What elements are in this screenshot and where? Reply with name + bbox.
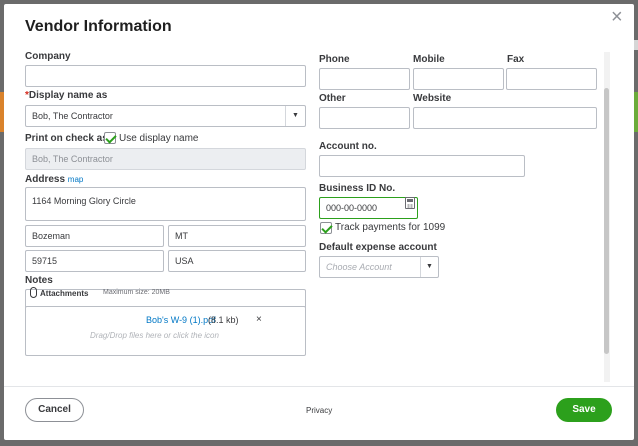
attachment-file-size: (8.1 kb) <box>208 315 239 325</box>
calculator-icon[interactable] <box>405 197 415 209</box>
address-label-text: Address <box>25 174 66 185</box>
default-expense-select[interactable]: Choose Account <box>319 256 439 278</box>
account-no-input[interactable] <box>319 155 525 177</box>
phone-input[interactable] <box>319 68 410 90</box>
display-name-value: Bob, The Contractor <box>32 111 113 121</box>
footer-divider <box>4 386 634 387</box>
zip-input[interactable]: 59715 <box>25 250 164 272</box>
chevron-down-icon[interactable]: ▼ <box>292 112 299 119</box>
print-on-check-input[interactable]: Bob, The Contractor <box>25 148 306 170</box>
attachments-dropzone[interactable]: Bob's W-9 (1).pdf (8.1 kb) × Drag/Drop f… <box>25 306 306 356</box>
close-icon[interactable]: × <box>611 7 623 27</box>
attachment-file-link[interactable]: Bob's W-9 (1).pdf <box>146 315 216 325</box>
remove-attachment-icon[interactable]: × <box>256 314 262 325</box>
other-label: Other <box>319 93 346 104</box>
company-input[interactable] <box>25 65 306 87</box>
cancel-button[interactable]: Cancel <box>25 398 84 422</box>
attachments-label[interactable]: Attachments <box>40 289 88 298</box>
company-label: Company <box>25 51 71 62</box>
notes-label: Notes <box>25 275 53 286</box>
scrollbar-thumb[interactable] <box>604 88 609 354</box>
account-no-label: Account no. <box>319 141 377 152</box>
mobile-label: Mobile <box>413 54 445 65</box>
save-button[interactable]: Save <box>556 398 612 422</box>
chevron-down-icon[interactable]: ▼ <box>426 263 433 270</box>
state-input[interactable]: MT <box>168 225 306 247</box>
use-display-name-label: Use display name <box>119 133 199 144</box>
business-id-input[interactable]: 000-00-0000 <box>319 197 418 219</box>
city-input[interactable]: Bozeman <box>25 225 164 247</box>
display-name-label-text: Display name as <box>28 90 108 101</box>
business-id-label: Business ID No. <box>319 183 396 194</box>
mobile-input[interactable] <box>413 68 504 90</box>
privacy-link[interactable]: Privacy <box>306 406 332 415</box>
use-display-name-checkbox[interactable] <box>104 132 116 144</box>
select-divider <box>285 106 286 126</box>
country-input[interactable]: USA <box>168 250 306 272</box>
background-app-edge <box>634 40 638 50</box>
print-on-check-label: Print on check as <box>25 133 108 144</box>
address-label: Address map <box>25 174 83 185</box>
track-1099-checkbox[interactable] <box>320 222 332 234</box>
dialog-title: Vendor Information <box>25 18 172 35</box>
website-input[interactable] <box>413 107 597 129</box>
track-1099-label: Track payments for 1099 <box>335 222 446 233</box>
fax-label: Fax <box>507 54 525 65</box>
fax-input[interactable] <box>506 68 597 90</box>
address-map-link[interactable]: map <box>68 175 84 184</box>
display-name-select[interactable]: Bob, The Contractor <box>25 105 306 127</box>
other-input[interactable] <box>319 107 410 129</box>
street-address-input[interactable]: 1164 Morning Glory Circle <box>25 187 306 221</box>
drop-hint: Drag/Drop files here or click the icon <box>90 331 219 340</box>
default-expense-placeholder: Choose Account <box>326 262 392 272</box>
phone-label: Phone <box>319 54 350 65</box>
paperclip-icon[interactable] <box>30 287 37 298</box>
select-divider <box>420 257 421 277</box>
vendor-information-dialog: Vendor Information × Company *Display na… <box>4 4 634 440</box>
attachments-max-size: Maximum size: 20MB <box>103 289 170 296</box>
display-name-label: *Display name as <box>25 90 107 101</box>
default-expense-label: Default expense account <box>319 242 437 253</box>
website-label: Website <box>413 93 452 104</box>
